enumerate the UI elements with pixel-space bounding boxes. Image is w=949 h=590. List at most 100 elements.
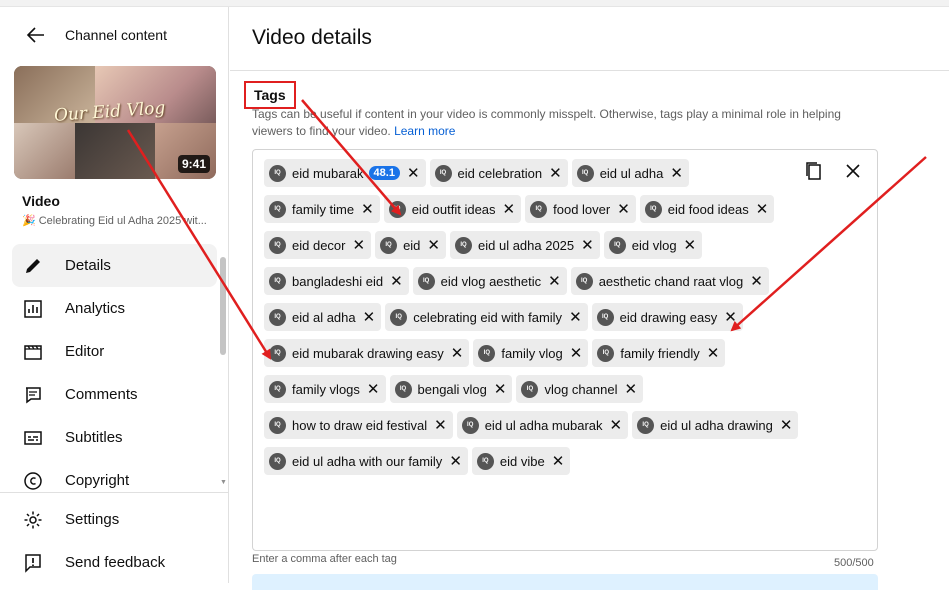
tag-chip[interactable]: IQ eid vibe ✕ <box>471 447 571 475</box>
vidiq-icon-text: IQ <box>614 242 621 248</box>
remove-tag-icon[interactable]: ✕ <box>451 346 464 361</box>
tags-input-box[interactable]: IQ eid mubarak 48.1 ✕ IQ eid celebration ✕ IQ ei… <box>252 149 878 551</box>
remove-tag-icon[interactable]: ✕ <box>570 346 583 361</box>
tag-chip-label: food lover <box>553 201 611 217</box>
tag-chip[interactable]: IQ eid drawing easy ✕ <box>591 303 743 331</box>
vidiq-icon: IQ <box>434 164 452 182</box>
tag-chip[interactable]: IQ eid decor ✕ <box>264 231 372 259</box>
tag-chip[interactable]: IQ celebrating eid with family ✕ <box>385 303 588 331</box>
sidebar-item-comments[interactable]: Comments <box>12 373 217 416</box>
remove-tag-icon[interactable]: ✕ <box>756 202 769 217</box>
learn-more-link[interactable]: Learn more <box>394 124 455 138</box>
top-strip <box>0 0 949 7</box>
sidebar-item-subtitles[interactable]: Subtitles <box>12 416 217 459</box>
tag-chip[interactable]: IQ aesthetic chand raat vlog ✕ <box>570 267 769 295</box>
tag-chip-label: eid decor <box>292 237 346 253</box>
tag-chip[interactable]: IQ family vlogs ✕ <box>264 375 386 403</box>
vidiq-icon: IQ <box>521 380 539 398</box>
tag-chip[interactable]: IQ eid ul adha mubarak ✕ <box>456 411 629 439</box>
vidiq-icon: IQ <box>394 380 412 398</box>
vidiq-icon: IQ <box>269 416 286 434</box>
remove-tag-icon[interactable]: ✕ <box>367 382 380 397</box>
sidebar-item-editor[interactable]: Editor <box>12 330 217 373</box>
remove-tag-icon[interactable]: ✕ <box>581 238 594 253</box>
remove-tag-icon[interactable]: ✕ <box>569 310 582 325</box>
remove-tag-icon[interactable]: ✕ <box>352 238 365 253</box>
sidebar-item-details[interactable]: Details <box>12 244 217 287</box>
tag-chip[interactable]: IQ eid vlog ✕ <box>603 231 703 259</box>
tag-chip[interactable]: IQ family friendly ✕ <box>592 339 726 367</box>
tag-chip-label: eid <box>403 237 421 253</box>
tag-chip-label: eid vlog <box>631 237 677 253</box>
vidiq-icon-text: IQ <box>439 170 447 176</box>
remove-tag-icon[interactable]: ✕ <box>707 346 720 361</box>
remove-tag-icon[interactable]: ✕ <box>552 454 565 469</box>
remove-tag-icon[interactable]: ✕ <box>390 274 403 289</box>
remove-tag-icon[interactable]: ✕ <box>624 382 637 397</box>
tag-chip-label: eid ul adha 2025 <box>478 237 575 253</box>
back-button[interactable] <box>16 19 56 51</box>
tag-chip[interactable]: IQ eid celebration ✕ <box>429 159 568 187</box>
tag-chip[interactable]: IQ eid vlog aesthetic ✕ <box>412 267 567 295</box>
tag-score-badge: 48.1 <box>368 166 400 180</box>
feedback-icon <box>22 552 44 574</box>
tags-description-text: Tags can be useful if content in your vi… <box>252 107 841 138</box>
sidebar-item-send-feedback[interactable]: Send feedback <box>12 541 217 584</box>
vidiq-icon: IQ <box>637 416 655 434</box>
remove-tag-icon[interactable]: ✕ <box>434 418 447 433</box>
remove-tag-icon[interactable]: ✕ <box>361 202 374 217</box>
remove-tag-icon[interactable]: ✕ <box>724 310 737 325</box>
tag-chip[interactable]: IQ family vlog ✕ <box>473 339 589 367</box>
tag-chip-label: eid food ideas <box>667 201 749 217</box>
gear-icon <box>22 509 44 531</box>
tag-chip[interactable]: IQ eid mubarak 48.1 ✕ <box>264 159 426 187</box>
tag-chip[interactable]: IQ bengali vlog ✕ <box>389 375 513 403</box>
tag-chip[interactable]: IQ vlog channel ✕ <box>516 375 644 403</box>
tag-chip[interactable]: IQ how to draw eid festival ✕ <box>264 411 453 439</box>
remove-tag-icon[interactable]: ✕ <box>407 166 420 181</box>
tag-chip[interactable]: IQ eid al adha ✕ <box>264 303 382 331</box>
remove-tag-icon[interactable]: ✕ <box>610 418 623 433</box>
analytics-icon <box>22 298 44 320</box>
scroll-down-icon[interactable]: ▼ <box>220 479 227 486</box>
tag-chip-label: eid drawing easy <box>619 309 718 325</box>
tag-chip[interactable]: IQ food lover ✕ <box>525 195 636 223</box>
clear-tags-button[interactable] <box>842 160 864 182</box>
tag-chip[interactable]: IQ eid food ideas ✕ <box>639 195 775 223</box>
tag-chip[interactable]: IQ eid ✕ <box>375 231 446 259</box>
main-content: Video details Tags Tags can be useful if… <box>230 7 949 590</box>
remove-tag-icon[interactable]: ✕ <box>494 382 507 397</box>
remove-tag-icon[interactable]: ✕ <box>684 238 697 253</box>
remove-tag-icon[interactable]: ✕ <box>427 238 440 253</box>
sidebar-item-settings[interactable]: Settings <box>12 498 217 541</box>
tag-chip[interactable]: IQ eid ul adha drawing ✕ <box>632 411 799 439</box>
sidebar-item-analytics[interactable]: Analytics <box>12 287 217 330</box>
vidiq-icon-text: IQ <box>526 386 534 392</box>
tag-chip[interactable]: IQ eid mubarak drawing easy ✕ <box>264 339 470 367</box>
tag-chip[interactable]: IQ eid ul adha ✕ <box>571 159 689 187</box>
vidiq-icon-text: IQ <box>642 422 649 428</box>
remove-tag-icon[interactable]: ✕ <box>363 310 376 325</box>
remove-tag-icon[interactable]: ✕ <box>780 418 793 433</box>
remove-tag-icon[interactable]: ✕ <box>617 202 630 217</box>
remove-tag-icon[interactable]: ✕ <box>449 454 462 469</box>
tag-chip[interactable]: IQ eid ul adha with our family ✕ <box>264 447 468 475</box>
sidebar-item-label: Settings <box>65 511 120 528</box>
vidiq-icon-text: IQ <box>460 242 467 248</box>
tag-chip[interactable]: IQ eid ul adha 2025 ✕ <box>450 231 600 259</box>
vidiq-icon: IQ <box>530 200 548 218</box>
vidiq-icon-text: IQ <box>274 242 281 248</box>
sidebar-title: Channel content <box>65 27 167 43</box>
remove-tag-icon[interactable]: ✕ <box>670 166 683 181</box>
remove-tag-icon[interactable]: ✕ <box>549 166 562 181</box>
copy-tags-button[interactable] <box>803 160 825 182</box>
tag-chips: IQ eid mubarak 48.1 ✕ IQ eid celebration ✕ IQ ei… <box>264 155 804 479</box>
sidebar-scrollbar[interactable] <box>220 257 226 355</box>
tag-chip[interactable]: IQ family time ✕ <box>264 195 380 223</box>
remove-tag-icon[interactable]: ✕ <box>548 274 561 289</box>
video-thumbnail[interactable]: Our Eid Vlog 9:41 <box>14 66 216 179</box>
remove-tag-icon[interactable]: ✕ <box>750 274 763 289</box>
tag-chip[interactable]: IQ bangladeshi eid ✕ <box>264 267 409 295</box>
tag-chip[interactable]: IQ eid outfit ideas ✕ <box>383 195 522 223</box>
remove-tag-icon[interactable]: ✕ <box>503 202 516 217</box>
